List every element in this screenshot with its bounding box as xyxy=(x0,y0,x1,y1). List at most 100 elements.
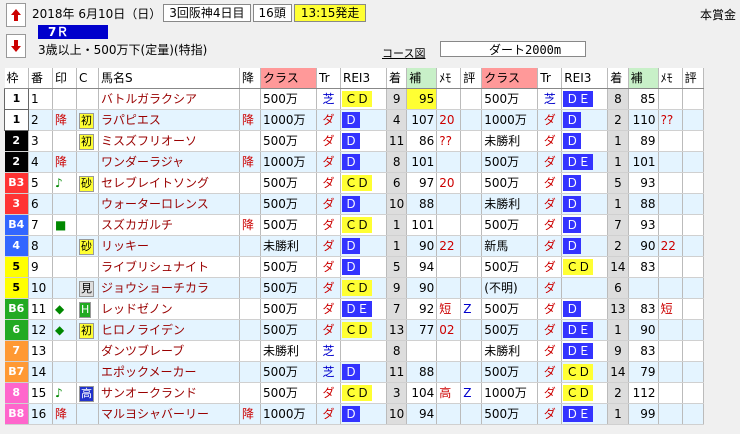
horse-name[interactable]: ウォーターロレンス xyxy=(98,193,240,215)
class-prev: 500万 xyxy=(481,298,539,320)
memo-prev xyxy=(658,256,683,278)
c-mark xyxy=(76,403,99,425)
mark[interactable] xyxy=(52,88,77,110)
correction-index-prev: 101 xyxy=(628,151,659,173)
horse-name[interactable]: ジョウショーチカラ xyxy=(98,277,240,299)
horse-name[interactable]: スズカガルチ xyxy=(98,214,240,236)
mark[interactable] xyxy=(52,277,77,299)
class-drop xyxy=(239,277,261,299)
table-row[interactable]: 2 4 降ワンダーラジャ降 1000万ダ Ｄ 8 101 500万ダ ＤＥ 1 101 xyxy=(4,151,704,173)
table-row[interactable]: 5 10 見ジョウショーチカラ 500万ダ ＣＤ 9 90 (不明) ダ 6 xyxy=(4,277,704,299)
mark[interactable] xyxy=(52,130,77,152)
table-row[interactable]: 4 8 砂リッキー 未勝利ダ Ｄ 1 90 22 新馬ダ Ｄ 2 90 22 xyxy=(4,235,704,257)
mark[interactable] xyxy=(52,193,77,215)
column-header[interactable]: 着 xyxy=(607,68,629,89)
class-last: 500万 xyxy=(260,88,317,110)
column-header[interactable]: 補 xyxy=(628,68,659,89)
memo xyxy=(436,361,462,383)
waku-number: 5 xyxy=(4,256,29,278)
column-header[interactable]: Tr xyxy=(537,68,563,89)
table-row[interactable]: 2 3 初ミスズフリオーソ 500万ダ Ｄ 11 86?? 未勝利ダ Ｄ 1 89 xyxy=(4,130,704,152)
track-type: ダ xyxy=(537,193,563,215)
c-mark: H xyxy=(76,298,99,320)
column-header[interactable]: REI3 xyxy=(561,68,609,89)
horse-name[interactable]: ヒロノライデン xyxy=(98,319,240,341)
horse-number: 12 xyxy=(28,319,53,341)
prev-race-button[interactable] xyxy=(6,3,26,27)
column-header[interactable]: 降 xyxy=(239,68,261,89)
mark[interactable] xyxy=(52,340,77,362)
column-header[interactable]: クラス xyxy=(260,68,317,89)
column-header[interactable]: 評 xyxy=(682,68,704,89)
class-last: 未勝利 xyxy=(260,235,317,257)
waku-number: B4 xyxy=(4,214,29,236)
column-header[interactable]: 印 xyxy=(52,68,77,89)
horse-name[interactable]: ライブリシュナイト xyxy=(98,256,240,278)
table-row[interactable]: B6 11 ◆ H レッドゼノン 500万ダ ＤＥ 7 92 短 Z 500万ダ Ｄ 13 83 短 xyxy=(4,298,704,320)
memo xyxy=(436,340,462,362)
mark[interactable]: ♪ xyxy=(52,382,77,404)
table-row[interactable]: B7 14 エポックメーカー 500万芝 Ｄ 11 88 500万ダ ＣＤ 14 79 xyxy=(4,361,704,383)
column-header[interactable]: ﾒﾓ xyxy=(658,68,683,89)
track-type: ダ xyxy=(316,319,341,341)
table-row[interactable]: 5 9 ライブリシュナイト 500万ダ Ｄ 5 94 500万ダ ＣＤ 14 83 xyxy=(4,256,704,278)
column-header[interactable]: C xyxy=(76,68,99,89)
evaluation xyxy=(460,319,483,341)
horse-name[interactable]: セレブレイトソング xyxy=(98,172,240,194)
column-header[interactable]: Tr xyxy=(316,68,341,89)
horse-name[interactable]: ワンダーラジャ xyxy=(98,151,240,173)
mark[interactable]: ♪ xyxy=(52,172,77,194)
mark[interactable]: 降 xyxy=(52,403,77,425)
horse-name[interactable]: ミスズフリオーソ xyxy=(98,130,240,152)
horse-name[interactable]: ダンツブレーブ xyxy=(98,340,240,362)
horse-name[interactable]: マルヨシャバーリー xyxy=(98,403,240,425)
table-row[interactable]: B4 7 ■ スズカガルチ降 500万ダ ＣＤ 1 101 500万ダ Ｄ 7 93 xyxy=(4,214,704,236)
horse-name[interactable]: バトルガラクシア xyxy=(98,88,240,110)
c-mark-badge: 砂 xyxy=(79,176,94,192)
table-row[interactable]: 1 2 降初ラパピエス降 1000万ダ Ｄ 4 107 20 1000万ダ Ｄ 2 110?? xyxy=(4,109,704,131)
column-header[interactable]: 補 xyxy=(406,68,438,89)
horse-name[interactable]: エポックメーカー xyxy=(98,361,240,383)
column-header[interactable]: クラス xyxy=(481,68,539,89)
table-row[interactable]: 1 1 バトルガラクシア 500万芝 ＣＤ 9 95 500万芝 ＤＥ 8 85 xyxy=(4,88,704,110)
column-header[interactable]: 馬名S xyxy=(98,68,240,89)
column-header[interactable]: ﾒﾓ xyxy=(436,68,462,89)
horse-name[interactable]: レッドゼノン xyxy=(98,298,240,320)
memo-prev xyxy=(658,319,683,341)
column-header[interactable]: REI3 xyxy=(340,68,387,89)
next-race-button[interactable] xyxy=(6,34,26,58)
column-header[interactable]: 番 xyxy=(28,68,53,89)
memo xyxy=(436,214,462,236)
mark[interactable]: 降 xyxy=(52,151,77,173)
c-mark: 初 xyxy=(76,319,99,341)
table-row[interactable]: B3 5 ♪ 砂セレブレイトソング 500万ダ ＣＤ 6 97 20 500万ダ Ｄ 5 93 xyxy=(4,172,704,194)
correction-index-prev: 88 xyxy=(628,193,659,215)
horse-name[interactable]: ラパピエス xyxy=(98,109,240,131)
c-mark xyxy=(76,151,99,173)
track-type: ダ xyxy=(537,340,563,362)
table-row[interactable]: 7 13 ダンツブレーブ 未勝利芝 8 未勝利ダ ＤＥ 9 83 xyxy=(4,340,704,362)
mark[interactable] xyxy=(52,235,77,257)
table-row[interactable]: 6 12 ◆ 初ヒロノライデン 500万ダ ＣＤ 13 77 02 500万ダ ＤＥ 1 90 xyxy=(4,319,704,341)
course-map-link[interactable]: コース図 xyxy=(382,45,425,61)
waku-number: 7 xyxy=(4,340,29,362)
horse-name[interactable]: サンオークランド xyxy=(98,382,240,404)
column-header[interactable]: 着 xyxy=(386,68,408,89)
mark[interactable]: ■ xyxy=(52,214,77,236)
table-row[interactable]: 3 6 ウォーターロレンス 500万ダ Ｄ 10 88 未勝利ダ Ｄ 1 88 xyxy=(4,193,704,215)
mark[interactable] xyxy=(52,256,77,278)
mark[interactable]: ◆ xyxy=(52,319,77,341)
mark[interactable]: ◆ xyxy=(52,298,77,320)
memo xyxy=(436,88,462,110)
mark[interactable] xyxy=(52,361,77,383)
memo-prev xyxy=(658,130,683,152)
column-header[interactable]: 枠 xyxy=(4,68,29,89)
table-row[interactable]: 8 15 ♪ 高サンオークランド 500万ダ ＣＤ 3 104 高 Z 1000万ダ ＣＤ 2 112 xyxy=(4,382,704,404)
c-mark-badge: 初 xyxy=(79,113,94,129)
horse-name[interactable]: リッキー xyxy=(98,235,240,257)
column-header[interactable]: 評 xyxy=(460,68,483,89)
course-value: ダート2000m xyxy=(440,41,586,57)
rei-badge: Ｄ xyxy=(342,112,361,128)
table-row[interactable]: B8 16 降マルヨシャバーリー降 1000万ダ Ｄ 10 94 500万ダ ＤＥ 1 99 xyxy=(4,403,704,425)
mark[interactable]: 降 xyxy=(52,109,77,131)
